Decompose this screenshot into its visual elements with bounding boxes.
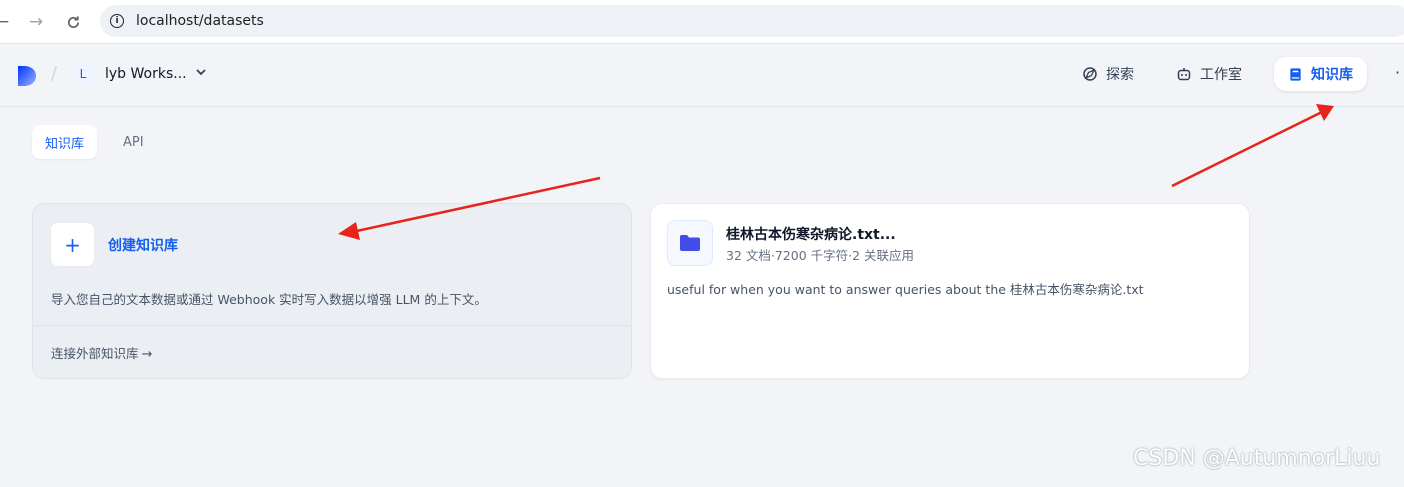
app-logo-icon[interactable]	[16, 65, 38, 87]
site-info-icon[interactable]: i	[110, 14, 124, 28]
dataset-description: useful for when you want to answer queri…	[667, 282, 1144, 297]
breadcrumb-separator: /	[51, 63, 58, 84]
nav-knowledge-label: 知识库	[1311, 67, 1353, 83]
divider	[33, 325, 631, 326]
back-arrow-icon[interactable]: ←	[0, 8, 16, 36]
book-icon	[1290, 67, 1301, 81]
workspace-avatar[interactable]: L	[71, 62, 95, 86]
tab-knowledge[interactable]: 知识库	[32, 125, 98, 159]
url-text: localhost/datasets	[136, 13, 264, 29]
forward-arrow-icon[interactable]: →	[22, 8, 50, 36]
create-knowledge-card[interactable]: + 创建知识库 导入您自己的文本数据或通过 Webhook 实时写入数据以增强 …	[32, 203, 632, 379]
connect-external-knowledge-link[interactable]: 连接外部知识库 →	[51, 343, 152, 362]
user-menu-icon[interactable]: ·	[1395, 63, 1400, 82]
dataset-card[interactable]: 桂林古本伤寒杂病论.txt... 32 文档·7200 千字符·2 关联应用 u…	[650, 203, 1250, 379]
compass-icon	[1083, 67, 1097, 81]
annotation-arrow-knowledge	[1171, 104, 1334, 188]
tab-api[interactable]: API	[110, 125, 157, 159]
nav-studio-label: 工作室	[1200, 67, 1242, 83]
workspace-name[interactable]: lyb Works...	[105, 66, 187, 82]
dataset-name[interactable]: 桂林古本伤寒杂病论.txt...	[726, 224, 896, 244]
plus-icon[interactable]: +	[50, 222, 95, 267]
chevron-down-icon[interactable]	[194, 65, 208, 79]
browser-toolbar: ← → i localhost/datasets	[0, 0, 1404, 44]
nav-explore[interactable]: 探索	[1068, 57, 1148, 91]
create-knowledge-title[interactable]: 创建知识库	[108, 235, 178, 255]
reload-icon[interactable]	[59, 8, 87, 36]
create-knowledge-description: 导入您自己的文本数据或通过 Webhook 实时写入数据以增强 LLM 的上下文…	[51, 292, 487, 307]
dataset-meta: 32 文档·7200 千字符·2 关联应用	[726, 248, 915, 263]
app-header: / L lyb Works... 探索 工作室 知识库 ·	[0, 45, 1404, 107]
address-bar[interactable]: i localhost/datasets	[100, 5, 1404, 37]
watermark: CSDN @AutumnorLiuu	[1133, 446, 1381, 471]
robot-icon	[1177, 68, 1191, 81]
nav-studio[interactable]: 工作室	[1162, 57, 1256, 91]
folder-icon	[667, 220, 713, 266]
arrow-right-icon: →	[141, 347, 153, 362]
nav-explore-label: 探索	[1106, 67, 1134, 83]
nav-knowledge[interactable]: 知识库	[1274, 57, 1367, 91]
connect-external-knowledge-label: 连接外部知识库	[51, 346, 139, 361]
